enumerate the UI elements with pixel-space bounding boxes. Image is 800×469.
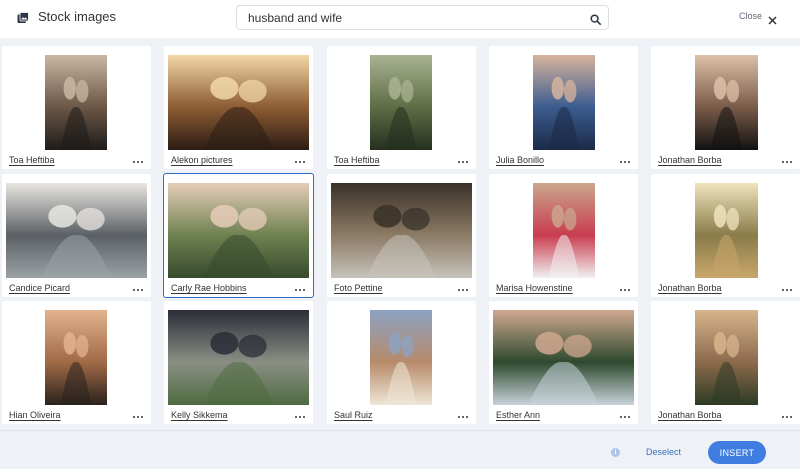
author-link[interactable]: Toa Heftiba (9, 155, 55, 165)
image-card[interactable]: Toa Heftiba (327, 46, 476, 169)
author-link[interactable]: Foto Pettine (334, 283, 383, 293)
image-card[interactable]: Alekon pictures (164, 46, 313, 169)
image-thumbnail[interactable] (370, 310, 432, 405)
close-icon[interactable] (768, 12, 777, 25)
image-grid: Toa Heftiba Alekon pictures Toa Heftiba … (0, 38, 800, 430)
close-label: Close (739, 11, 763, 21)
image-card[interactable]: Candice Picard (2, 174, 151, 297)
author-link[interactable]: Jonathan Borba (658, 410, 722, 420)
more-icon[interactable] (133, 160, 143, 164)
author-link[interactable]: Alekon pictures (171, 155, 233, 165)
image-thumbnail[interactable] (533, 55, 595, 150)
author-link[interactable]: Jonathan Borba (658, 155, 722, 165)
more-icon[interactable] (295, 288, 305, 292)
dialog-header: Stock images Close (0, 0, 800, 36)
image-card[interactable]: Foto Pettine (327, 174, 476, 297)
deselect-button[interactable]: Deselect (646, 447, 681, 457)
more-icon[interactable] (458, 288, 468, 292)
author-link[interactable]: Julia Bonillo (496, 155, 544, 165)
author-link[interactable]: Esther Ann (496, 410, 540, 420)
dialog-title: Stock images (17, 9, 116, 24)
image-thumbnail[interactable] (168, 310, 309, 405)
image-card[interactable]: Jonathan Borba (651, 46, 800, 169)
dialog-footer: i Deselect INSERT (0, 430, 800, 469)
image-icon (17, 11, 29, 23)
image-card[interactable]: Hian Oliveira (2, 301, 151, 424)
author-link[interactable]: Hian Oliveira (9, 410, 61, 420)
more-icon[interactable] (458, 415, 468, 419)
more-icon[interactable] (458, 160, 468, 164)
image-thumbnail[interactable] (45, 55, 107, 150)
info-icon[interactable]: i (611, 448, 620, 457)
image-card[interactable]: Marisa Howenstine (489, 174, 638, 297)
image-thumbnail[interactable] (370, 55, 432, 150)
more-icon[interactable] (295, 415, 305, 419)
insert-button[interactable]: INSERT (708, 441, 766, 464)
more-icon[interactable] (782, 160, 792, 164)
author-link[interactable]: Carly Rae Hobbins (171, 283, 247, 293)
close-button[interactable]: Close (739, 11, 777, 25)
search-input[interactable] (248, 9, 578, 26)
more-icon[interactable] (620, 288, 630, 292)
more-icon[interactable] (782, 415, 792, 419)
image-thumbnail[interactable] (331, 183, 472, 278)
image-card[interactable]: Saul Ruiz (327, 301, 476, 424)
image-card[interactable]: Julia Bonillo (489, 46, 638, 169)
more-icon[interactable] (620, 160, 630, 164)
author-link[interactable]: Saul Ruiz (334, 410, 373, 420)
more-icon[interactable] (782, 288, 792, 292)
image-card-selected[interactable]: Carly Rae Hobbins (163, 173, 314, 298)
more-icon[interactable] (620, 415, 630, 419)
more-icon[interactable] (133, 415, 143, 419)
image-card[interactable]: Kelly Sikkema (164, 301, 313, 424)
image-thumbnail[interactable] (493, 310, 634, 405)
author-link[interactable]: Candice Picard (9, 283, 70, 293)
image-card[interactable]: Jonathan Borba (651, 174, 800, 297)
author-link[interactable]: Marisa Howenstine (496, 283, 573, 293)
image-thumbnail[interactable] (45, 310, 107, 405)
author-link[interactable]: Jonathan Borba (658, 283, 722, 293)
image-thumbnail[interactable] (695, 183, 758, 278)
author-link[interactable]: Kelly Sikkema (171, 410, 228, 420)
image-thumbnail[interactable] (533, 183, 595, 278)
image-card[interactable]: Esther Ann (489, 301, 638, 424)
search-box[interactable] (236, 5, 609, 30)
author-link[interactable]: Toa Heftiba (334, 155, 380, 165)
image-card[interactable]: Jonathan Borba (651, 301, 800, 424)
search-icon[interactable] (590, 12, 601, 25)
image-card[interactable]: Toa Heftiba (2, 46, 151, 169)
image-thumbnail[interactable] (695, 310, 758, 405)
image-thumbnail[interactable] (168, 183, 309, 278)
image-thumbnail[interactable] (6, 183, 147, 278)
image-thumbnail[interactable] (168, 55, 309, 150)
more-icon[interactable] (295, 160, 305, 164)
page-title: Stock images (38, 9, 117, 24)
more-icon[interactable] (133, 288, 143, 292)
image-thumbnail[interactable] (695, 55, 758, 150)
